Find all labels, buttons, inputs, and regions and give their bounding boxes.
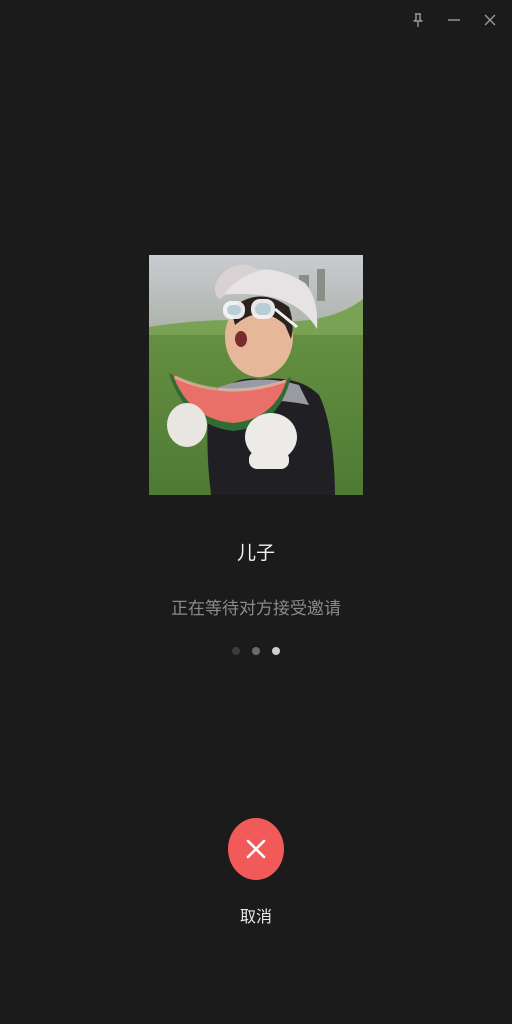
contact-name: 儿子 [236, 542, 275, 564]
close-window-button[interactable] [476, 8, 504, 32]
close-icon [484, 14, 496, 26]
loading-dot [232, 647, 240, 655]
call-window: 儿子 正在等待对方接受邀请 取消 [0, 0, 512, 1024]
loading-dot [272, 647, 280, 655]
minimize-button[interactable] [440, 8, 468, 32]
window-controls [404, 8, 504, 32]
contact-avatar [149, 255, 363, 495]
pin-button[interactable] [404, 8, 432, 32]
waiting-status: 正在等待对方接受邀请 [171, 599, 341, 619]
loading-indicator [0, 647, 512, 655]
cancel-call-button[interactable] [228, 818, 284, 880]
pin-icon [413, 13, 423, 27]
close-icon [246, 839, 266, 859]
minimize-icon [448, 19, 460, 21]
loading-dot [252, 647, 260, 655]
cancel-label: 取消 [239, 907, 272, 926]
